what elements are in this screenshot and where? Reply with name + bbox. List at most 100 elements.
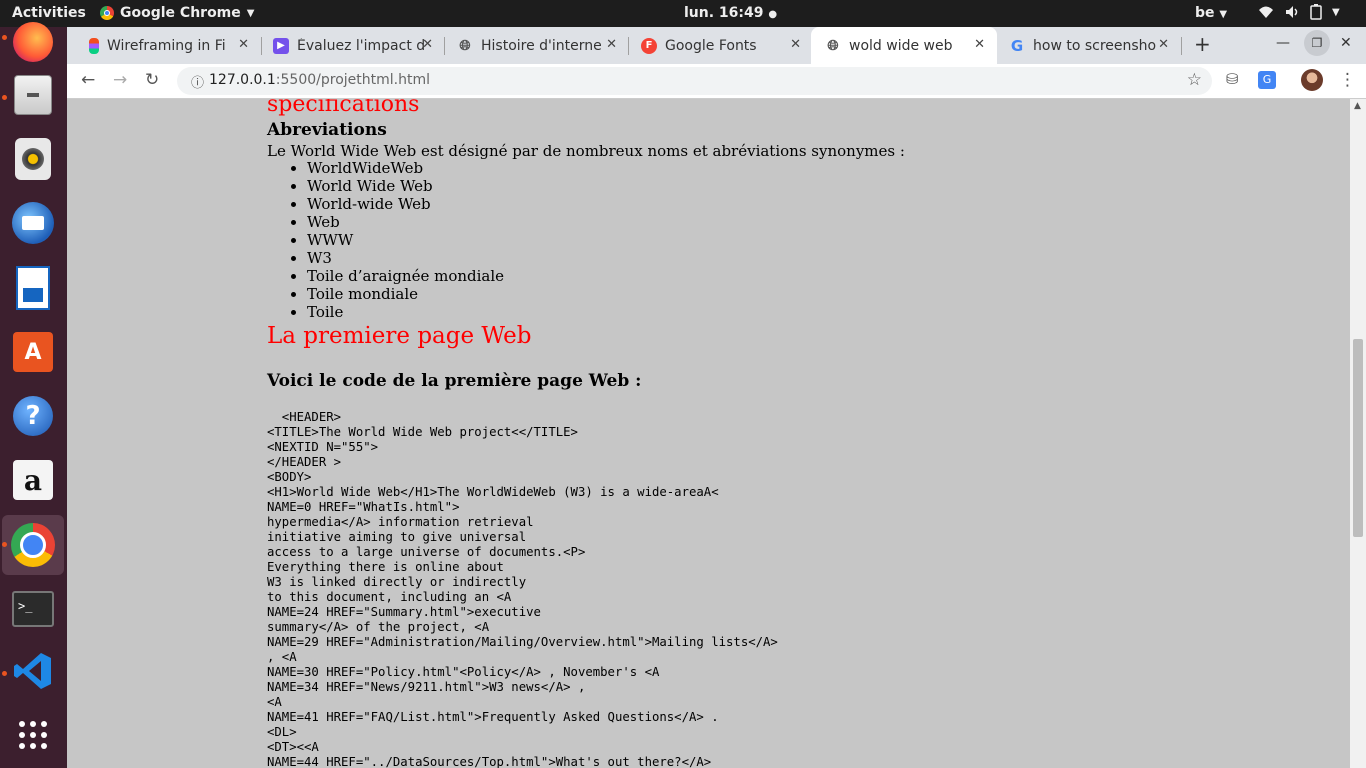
abbreviations-list: WorldWideWeb World Wide Web World-wide W…: [267, 159, 504, 321]
code-line: NAME=29 HREF="Administration/Mailing/Ove…: [267, 635, 778, 649]
battery-icon: [1310, 4, 1322, 20]
files-launcher[interactable]: [10, 72, 56, 118]
keyboard-layout-label: be: [1195, 5, 1215, 21]
code-line: <H1>World Wide Web</H1>The WorldWideWeb …: [267, 485, 719, 499]
first-page-code-block: <HEADER> <TITLE>The World Wide Web projec…: [267, 410, 778, 768]
translate-icon[interactable]: G: [1258, 71, 1276, 89]
show-applications-button[interactable]: [10, 712, 56, 758]
rhythmbox-launcher[interactable]: [10, 136, 56, 182]
close-icon[interactable]: ✕: [1158, 37, 1169, 52]
profile-avatar[interactable]: [1301, 69, 1323, 91]
list-item: WWW: [307, 231, 504, 249]
terminal-icon: >_: [12, 591, 54, 627]
close-icon[interactable]: ✕: [974, 37, 985, 52]
code-line: NAME=44 HREF="../DataSources/Top.html">W…: [267, 755, 712, 768]
code-line: , <A: [267, 650, 297, 664]
tab-title: wold wide web: [849, 37, 953, 54]
tab-google-search[interactable]: G how to screensho ✕: [995, 27, 1181, 64]
code-line: initiative aiming to give universal: [267, 530, 527, 544]
minimize-button[interactable]: —: [1276, 35, 1290, 51]
list-item: Toile mondiale: [307, 285, 504, 303]
code-line: </HEADER >: [267, 455, 342, 469]
code-line: NAME=30 HREF="Policy.html"<Policy</A> , …: [267, 665, 660, 679]
tab-strip: Wireframing in Fi ✕ ▶ Évaluez l'impact d…: [67, 27, 1366, 64]
menu-icon[interactable]: ⋮: [1339, 70, 1356, 90]
vscode-icon: [14, 653, 51, 689]
close-icon[interactable]: ✕: [790, 37, 801, 52]
address-bar[interactable]: ⓘ 127.0.0.1:5500/projethtml.html ☆: [177, 67, 1212, 95]
amazon-launcher[interactable]: a: [10, 457, 56, 503]
tab-title: how to screensho: [1033, 37, 1157, 54]
code-line: NAME=24 HREF="Summary.html">executive: [267, 605, 541, 619]
clock[interactable]: lun. 16:49 ●: [684, 5, 777, 21]
tab-title: Histoire d'interne: [481, 37, 602, 54]
close-window-button[interactable]: ✕: [1340, 35, 1352, 51]
firefox-launcher[interactable]: [10, 19, 56, 65]
abbreviations-intro: Le World Wide Web est désigné par de nom…: [267, 142, 905, 160]
firefox-icon: [13, 22, 53, 62]
app-menu[interactable]: Google Chrome ▼: [100, 5, 254, 21]
globe-icon: 🌐︎: [459, 37, 471, 54]
heading-abbreviations: Abreviations: [267, 120, 387, 140]
terminal-launcher[interactable]: >_: [10, 586, 56, 632]
tab-histoire-internet[interactable]: 🌐︎ Histoire d'interne ✕: [443, 27, 629, 64]
close-icon[interactable]: ✕: [238, 37, 249, 52]
running-indicator: [2, 542, 7, 547]
code-line: <DL>: [267, 725, 297, 739]
globe-icon: 🌐︎: [827, 37, 839, 54]
tab-openclassrooms[interactable]: ▶ Évaluez l'impact d ✕: [259, 27, 445, 64]
heading-specifications: spécifications: [267, 99, 420, 117]
url-host: 127.0.0.1: [209, 72, 276, 88]
info-icon[interactable]: ⓘ: [191, 72, 204, 91]
help-launcher[interactable]: ?: [10, 393, 56, 439]
url-path: :5500/projethtml.html: [275, 72, 430, 88]
code-line: NAME=0 HREF="WhatIs.html">: [267, 500, 460, 514]
dock: A ? a >_: [0, 22, 67, 768]
tab-google-fonts[interactable]: F Google Fonts ✕: [627, 27, 813, 64]
scrollbar-thumb[interactable]: [1353, 339, 1363, 537]
software-center-launcher[interactable]: A: [10, 329, 56, 375]
new-tab-button[interactable]: +: [1194, 32, 1211, 56]
bookmark-star-icon[interactable]: ☆: [1187, 70, 1202, 90]
openclassrooms-icon: ▶: [273, 37, 289, 54]
chrome-launcher[interactable]: [2, 515, 64, 575]
wifi-icon: [1259, 6, 1273, 18]
vscode-launcher[interactable]: [10, 648, 56, 694]
back-button[interactable]: ←: [81, 70, 95, 90]
scroll-up-arrow-icon[interactable]: ▲: [1354, 101, 1361, 111]
code-line: summary</A> of the project, <A: [267, 620, 490, 634]
restore-button[interactable]: ❐: [1304, 30, 1330, 56]
list-item: Toile: [307, 303, 504, 321]
list-item: WorldWideWeb: [307, 159, 504, 177]
google-fonts-icon: F: [641, 37, 657, 54]
tab-figma[interactable]: Wireframing in Fi ✕: [75, 27, 261, 64]
tab-world-wide-web[interactable]: 🌐︎ wold wide web ✕: [811, 27, 997, 64]
running-indicator: [2, 95, 7, 100]
system-tray[interactable]: ▼: [1258, 4, 1340, 20]
amazon-icon: a: [13, 460, 53, 500]
url-text: 127.0.0.1:5500/projethtml.html: [209, 72, 430, 88]
list-item: Web: [307, 213, 504, 231]
chrome-icon: [100, 6, 114, 20]
close-icon[interactable]: ✕: [606, 37, 617, 52]
reload-button[interactable]: ↻: [145, 70, 159, 90]
keyboard-layout[interactable]: be ▼: [1195, 5, 1227, 21]
thunderbird-launcher[interactable]: [10, 200, 56, 246]
code-line: NAME=41 HREF="FAQ/List.html">Frequently …: [267, 710, 719, 724]
chrome-icon: [11, 523, 55, 567]
forward-button[interactable]: →: [113, 70, 127, 90]
volume-icon: [1286, 6, 1298, 18]
page-scrollbar[interactable]: ▲: [1350, 99, 1366, 768]
shopping-bag-icon: A: [13, 332, 53, 372]
heading-first-web-page: La premiere page Web: [267, 323, 532, 349]
code-line: Everything there is online about: [267, 560, 504, 574]
running-indicator: [2, 671, 7, 676]
list-item: W3: [307, 249, 504, 267]
tab-title: Google Fonts: [665, 37, 757, 54]
close-icon[interactable]: ✕: [422, 37, 433, 52]
google-icon: G: [1010, 36, 1024, 55]
extension-icon[interactable]: ⛁: [1226, 70, 1239, 88]
libreoffice-writer-launcher[interactable]: [10, 265, 56, 311]
app-menu-label: Google Chrome: [120, 5, 241, 21]
tab-separator: [1181, 37, 1182, 55]
